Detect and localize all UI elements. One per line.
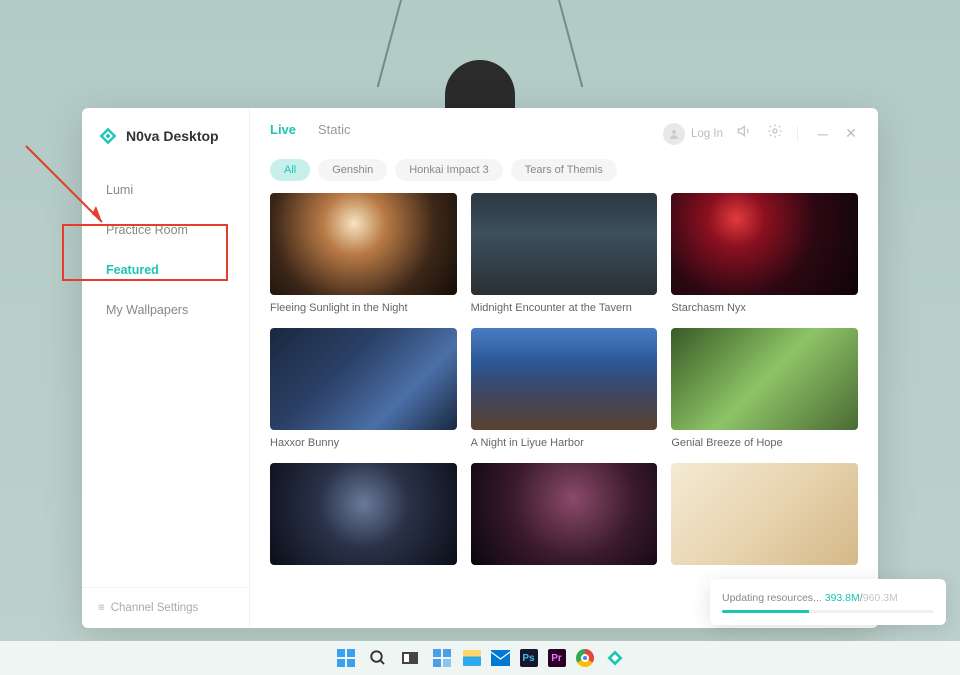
wallpaper-card[interactable] <box>270 463 457 565</box>
wallpaper-card[interactable] <box>671 463 858 565</box>
wallpaper-card[interactable] <box>471 463 658 565</box>
sidebar-item-my-wallpapers[interactable]: My Wallpapers <box>82 290 249 330</box>
wallpaper-thumbnail <box>471 463 658 565</box>
topbar-controls: Log In ─ ✕ <box>663 123 858 145</box>
minimize-button[interactable]: ─ <box>816 127 830 141</box>
wallpaper-thumbnail <box>671 193 858 295</box>
hamburger-icon: ≡ <box>98 602 105 614</box>
wallpaper-card[interactable]: Starchasm Nyx <box>671 193 858 314</box>
main-area: Live Static Log In ─ ✕ <box>250 108 878 628</box>
nova-taskbar-icon[interactable] <box>604 647 626 669</box>
file-explorer-icon[interactable] <box>463 650 481 666</box>
filter-chip-genshin[interactable]: Genshin <box>318 159 387 181</box>
mail-icon[interactable] <box>491 650 510 666</box>
premiere-icon[interactable]: Pr <box>548 649 566 667</box>
wallpaper-title: Starchasm Nyx <box>671 295 858 314</box>
wallpaper-title: Midnight Encounter at the Tavern <box>471 295 658 314</box>
progress-bar <box>722 610 934 613</box>
topbar: Live Static Log In ─ ✕ <box>250 108 878 145</box>
app-logo: N0va Desktop <box>82 108 249 168</box>
wallpaper-thumbnail <box>270 193 457 295</box>
wallpaper-scroll[interactable]: Fleeing Sunlight in the Night Midnight En… <box>250 193 878 628</box>
gear-icon[interactable] <box>767 123 783 144</box>
filter-chip-tears-of-themis[interactable]: Tears of Themis <box>511 159 617 181</box>
filter-chips: All Genshin Honkai Impact 3 Tears of Themis <box>250 145 878 193</box>
window-controls: ─ ✕ <box>816 127 858 141</box>
chrome-icon[interactable] <box>576 649 594 667</box>
wallpaper-card[interactable]: Genial Breeze of Hope <box>671 328 858 449</box>
sidebar-item-practice-room[interactable]: Practice Room <box>82 210 249 250</box>
wallpaper-card[interactable]: Fleeing Sunlight in the Night <box>270 193 457 314</box>
sidebar-item-featured[interactable]: Featured <box>82 250 249 290</box>
wallpaper-title: A Night in Liyue Harbor <box>471 430 658 449</box>
taskbar: Ps Pr <box>0 641 960 675</box>
login-label: Log In <box>691 128 723 140</box>
channel-settings-label: Channel Settings <box>111 602 199 614</box>
wallpaper-title: Genial Breeze of Hope <box>671 430 858 449</box>
channel-settings-button[interactable]: ≡ Channel Settings <box>82 587 249 628</box>
login-button[interactable]: Log In <box>663 123 723 145</box>
divider <box>797 126 798 142</box>
app-window: N0va Desktop LumiPractice RoomFeaturedMy… <box>82 108 878 628</box>
search-icon[interactable] <box>367 647 389 669</box>
sidebar-nav: LumiPractice RoomFeaturedMy Wallpapers <box>82 168 249 587</box>
wallpaper-card[interactable]: A Night in Liyue Harbor <box>471 328 658 449</box>
toast-text: Updating resources... 393.8M/960.3M <box>722 592 934 604</box>
main-tabs: Live Static <box>270 122 351 145</box>
sidebar: N0va Desktop LumiPractice RoomFeaturedMy… <box>82 108 250 628</box>
taskview-icon[interactable] <box>399 647 421 669</box>
app-title: N0va Desktop <box>126 128 219 144</box>
tab-static[interactable]: Static <box>318 122 351 145</box>
avatar-icon <box>663 123 685 145</box>
wallpaper-grid: Fleeing Sunlight in the Night Midnight En… <box>270 193 858 565</box>
sidebar-item-lumi[interactable]: Lumi <box>82 170 249 210</box>
wallpaper-card[interactable]: Haxxor Bunny <box>270 328 457 449</box>
filter-chip-honkai-impact-3[interactable]: Honkai Impact 3 <box>395 159 502 181</box>
wallpaper-title: Haxxor Bunny <box>270 430 457 449</box>
tab-live[interactable]: Live <box>270 122 296 145</box>
desktop-decoration <box>390 0 570 110</box>
wallpaper-thumbnail <box>671 463 858 565</box>
nova-logo-icon <box>98 126 118 146</box>
wallpaper-card[interactable]: Midnight Encounter at the Tavern <box>471 193 658 314</box>
download-progress-toast: Updating resources... 393.8M/960.3M <box>710 579 946 625</box>
filter-chip-all[interactable]: All <box>270 159 310 181</box>
wallpaper-thumbnail <box>270 463 457 565</box>
wallpaper-thumbnail <box>471 193 658 295</box>
widgets-icon[interactable] <box>431 647 453 669</box>
wallpaper-thumbnail <box>270 328 457 430</box>
photoshop-icon[interactable]: Ps <box>520 649 538 667</box>
volume-icon[interactable] <box>737 123 753 144</box>
wallpaper-thumbnail <box>471 328 658 430</box>
wallpaper-thumbnail <box>671 328 858 430</box>
start-button[interactable] <box>335 647 357 669</box>
wallpaper-title: Fleeing Sunlight in the Night <box>270 295 457 314</box>
close-button[interactable]: ✕ <box>844 127 858 141</box>
